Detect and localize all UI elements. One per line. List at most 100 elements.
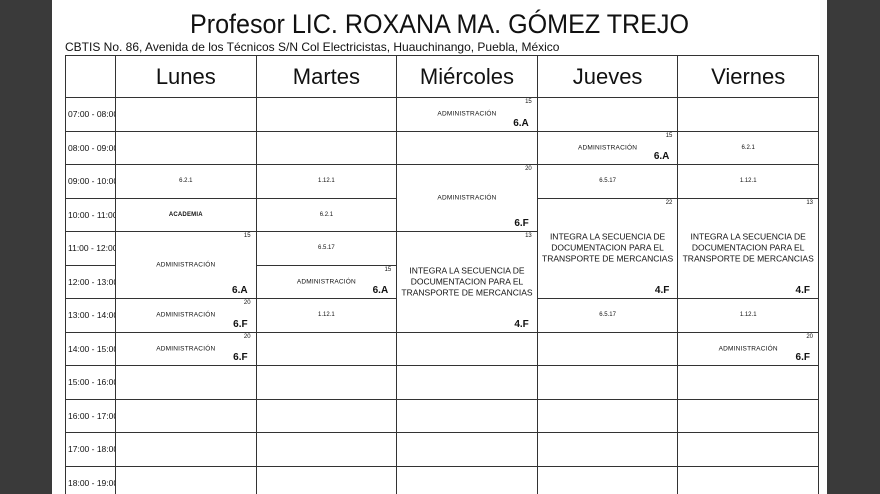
group-label: 6.F — [233, 352, 248, 363]
slot-cell — [396, 465, 538, 494]
class-block: 22 INTEGRA LA SECUENCIA DE DOCUMENTACION… — [536, 197, 679, 299]
class-block: 15 ADMINISTRACIÓN 6.A — [536, 130, 679, 165]
time-label: 13:00 - 14:00 — [65, 298, 116, 333]
room-code: 6.5.17 — [599, 312, 616, 319]
class-block: 15 ADMINISTRACIÓN 6.A — [396, 97, 538, 132]
room-code: 6.2.1 — [741, 144, 755, 151]
time-label: 10:00 - 11:00 — [65, 197, 116, 232]
room-code: 1.12.1 — [739, 312, 757, 319]
subject-name: ADMINISTRACIÓN — [156, 261, 216, 269]
room-code: 6.2.1 — [319, 211, 334, 218]
corner-cell — [65, 55, 116, 98]
table-row: 16:00 - 17:00 — [65, 398, 819, 433]
slot-cell — [677, 398, 819, 433]
slot-cell — [677, 97, 819, 132]
slot-cell — [536, 465, 679, 494]
room-cell: 6.2.1 — [115, 164, 257, 199]
slot-cell — [536, 365, 679, 400]
slot-cell — [396, 130, 538, 165]
room-cell: 1.12.1 — [255, 164, 398, 199]
student-count: 20 — [243, 300, 251, 306]
group-label: 4.F — [514, 318, 529, 330]
group-label: 4.F — [795, 285, 810, 296]
room-cell: 6.2.1 — [255, 197, 398, 232]
room-cell: 6.5.17 — [536, 298, 679, 333]
room-cell: 6.5.17 — [255, 231, 398, 266]
day-header: Martes — [255, 55, 398, 98]
table-row: 07:00 - 08:00 15 ADMINISTRACIÓN 6.A — [65, 97, 819, 132]
slot-cell — [115, 398, 257, 433]
student-count: 20 — [806, 333, 813, 340]
room-cell: 1.12.1 — [677, 164, 819, 199]
room-code: 1.12.1 — [318, 178, 335, 185]
day-header: Viernes — [677, 55, 819, 98]
class-block: 13 INTEGRA LA SECUENCIA DE DOCUMENTACION… — [396, 231, 538, 333]
group-label: 6.F — [233, 318, 248, 330]
slot-cell — [255, 365, 398, 400]
slot-cell — [115, 465, 257, 494]
room-code: 1.12.1 — [739, 178, 757, 185]
slot-cell — [396, 398, 538, 433]
room-code: 6.5.17 — [599, 178, 616, 185]
class-block: 20 ADMINISTRACIÓN 6.F — [115, 298, 257, 333]
subject-name: INTEGRA LA SECUENCIA DE DOCUMENTACION PA… — [401, 265, 533, 298]
student-count: 15 — [384, 266, 392, 273]
slot-cell — [536, 97, 679, 132]
student-count: 22 — [665, 199, 673, 206]
slot-cell — [255, 331, 398, 366]
student-count: 20 — [525, 166, 532, 172]
subject-name: ACADEMIA — [168, 211, 203, 218]
slot-cell — [677, 465, 819, 494]
class-block: 13 INTEGRA LA SECUENCIA DE DOCUMENTACION… — [677, 197, 819, 299]
group-label: 4.F — [654, 285, 670, 296]
slot-cell — [536, 331, 679, 366]
table-row: 08:00 - 09:00 15 ADMINISTRACIÓN 6.A 6.2.… — [65, 130, 819, 165]
time-label: 17:00 - 18:00 — [65, 432, 116, 467]
time-label: 09:00 - 10:00 — [65, 164, 116, 199]
time-label: 08:00 - 09:00 — [65, 130, 116, 165]
student-count: 15 — [665, 132, 673, 139]
slot-cell — [115, 97, 257, 132]
group-label: 6.A — [653, 151, 670, 162]
header-row: Lunes Martes Miércoles Jueves Viernes — [65, 55, 819, 98]
room-code: 1.12.1 — [318, 312, 335, 319]
slot-cell — [536, 432, 679, 467]
room-cell: 6.2.1 — [677, 130, 819, 165]
time-label: 12:00 - 13:00 — [65, 264, 116, 299]
table-row: 09:00 - 10:00 6.2.1 1.12.1 20 ADMINISTRA… — [65, 164, 819, 232]
school-address: CBTIS No. 86, Avenida de los Técnicos S/… — [65, 40, 560, 54]
slot-cell — [677, 365, 819, 400]
day-header: Jueves — [536, 55, 679, 98]
slot-cell — [255, 97, 398, 132]
subject-name: INTEGRA LA SECUENCIA DE DOCUMENTACION PA… — [682, 231, 814, 264]
slot-cell — [255, 130, 398, 165]
time-label: 16:00 - 17:00 — [65, 398, 116, 433]
class-block: 20 ADMINISTRACIÓN 6.F — [396, 164, 538, 232]
student-count: 13 — [525, 233, 532, 239]
slot-cell — [536, 398, 679, 433]
time-label: 18:00 - 19:00 — [65, 465, 116, 494]
slot-cell — [396, 432, 538, 467]
time-label: 15:00 - 16:00 — [65, 365, 116, 400]
room-cell: 1.12.1 — [255, 298, 398, 333]
table-row: 17:00 - 18:00 — [65, 432, 819, 467]
room-code: 6.5.17 — [318, 245, 335, 252]
class-block: 15 ADMINISTRACIÓN 6.A — [255, 264, 398, 299]
subject-name: ADMINISTRACIÓN — [437, 194, 497, 202]
slot-cell — [255, 398, 398, 433]
table-row: 15:00 - 16:00 — [65, 365, 819, 400]
group-label: 6.F — [795, 352, 810, 363]
room-cell: 6.5.17 — [536, 164, 679, 199]
room-cell: 1.12.1 — [677, 298, 819, 333]
slot-cell — [255, 432, 398, 467]
group-label: 6.F — [514, 218, 529, 229]
table-row: 18:00 - 19:00 — [65, 465, 819, 494]
group-label: 6.A — [513, 117, 529, 129]
class-block: 20 ADMINISTRACIÓN 6.F — [115, 331, 257, 366]
group-label: 6.A — [372, 285, 389, 296]
slot-cell — [115, 130, 257, 165]
class-block: 20 ADMINISTRACIÓN 6.F — [677, 331, 819, 366]
slot-cell — [115, 365, 257, 400]
time-label: 07:00 - 08:00 — [65, 97, 116, 132]
slot-cell — [255, 465, 398, 494]
